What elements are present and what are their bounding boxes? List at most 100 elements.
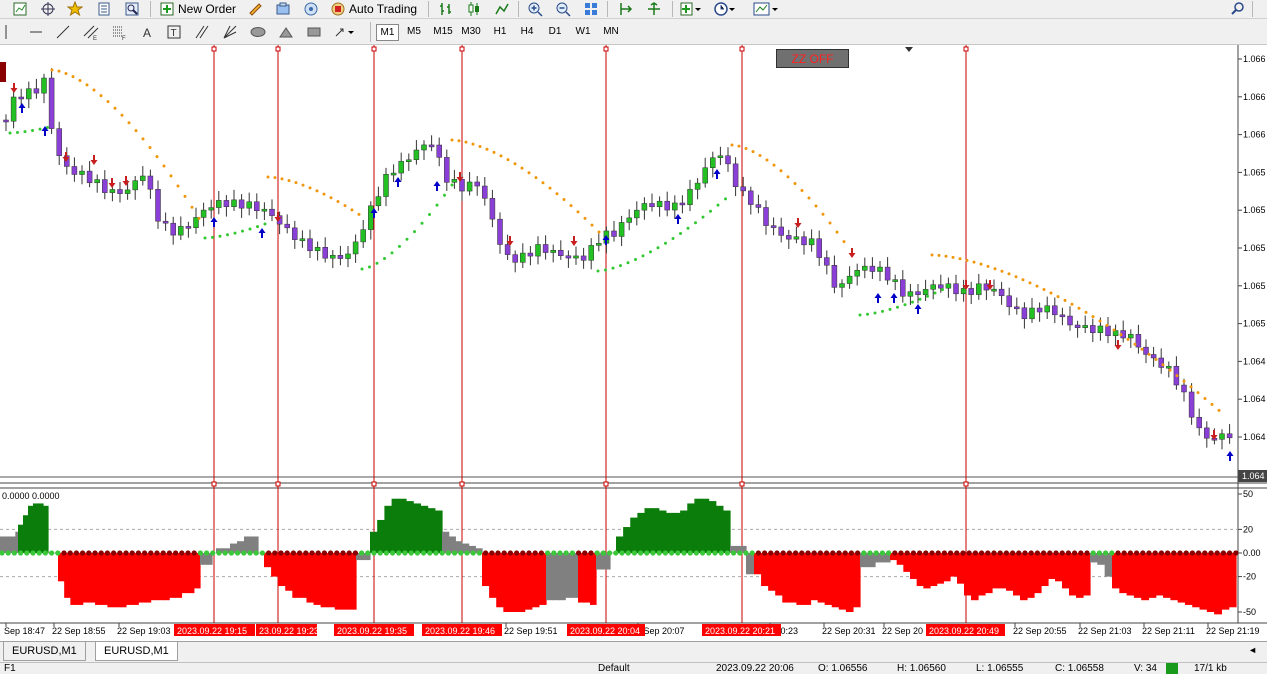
bearish-candle [1052,305,1058,316]
bearish-candle [48,77,55,129]
chart-tab-1[interactable]: EURUSD,M1 [3,642,86,661]
timeframe-d1-button[interactable]: D1 [545,24,565,39]
signal-dot [73,550,79,556]
arrows-dropdown-icon[interactable] [333,24,357,40]
templates-icon[interactable] [753,1,779,17]
sar-dot-lower [694,221,697,225]
zoom-out-icon[interactable] [555,1,571,17]
bearish-candle [497,218,503,245]
equidistant-channel-icon[interactable]: E [83,24,99,40]
ellipse-icon[interactable] [250,24,266,40]
indicators-icon[interactable] [680,1,702,17]
bearish-candle [254,201,260,212]
chart-tab-2[interactable]: EURUSD,M1 [95,642,178,661]
timeframe-m30-button[interactable]: M30 [459,24,483,39]
main-plot-area[interactable] [0,45,1238,483]
periods-icon[interactable] [714,1,736,17]
signal-dot [650,550,656,556]
histogram-bar-positive [694,498,703,553]
new-order-button[interactable]: New Order [159,1,236,17]
svg-text:T: T [171,28,177,39]
signals-icon[interactable] [303,1,319,17]
timeframe-m15-button[interactable]: M15 [431,24,455,39]
status-close: C: 1.06558 [1055,663,1104,674]
navigator-icon[interactable] [124,1,140,17]
bar-chart-icon[interactable] [438,1,454,17]
bearish-candle [884,266,891,281]
timeframe-mn-button[interactable]: MN [600,24,622,39]
sar-dot-upper [1189,385,1193,389]
timeframe-w1-button[interactable]: W1 [573,24,593,39]
bearish-candle [1196,416,1202,429]
signal-dot [1220,550,1226,556]
chart-shift-icon[interactable] [618,1,634,17]
timeframe-h1-button[interactable]: H1 [490,24,510,39]
signal-dot [1202,550,1208,556]
cursor-icon[interactable] [4,24,14,40]
zoom-in-icon[interactable] [527,1,543,17]
rectangle-icon[interactable] [306,24,322,40]
sar-dot-upper [986,264,990,268]
chart-window[interactable]: 1.066 1.066 1.066 1.065 1.065 1.065 1.065 1.065… [0,45,1267,641]
bullish-candle [94,179,100,184]
signal-dot [1134,550,1140,556]
signal-dot [55,550,61,556]
line-chart-icon[interactable] [494,1,510,17]
histogram-bar-negative [590,553,597,605]
triangle-icon[interactable] [278,24,294,40]
signal-dot [842,550,848,556]
price-label: 1.066 [1243,92,1266,102]
sar-dot-upper [1063,298,1067,302]
sar-dot-upper [322,192,326,196]
drawing-toolbar: E F A T M1 M5 M15 M30 H1 H4 D1 W1 MN [0,19,1267,45]
bullish-candle [398,161,404,174]
candlestick-icon[interactable] [466,1,482,17]
tile-windows-icon[interactable] [583,1,599,17]
signal-dot [148,550,154,556]
histogram-bar-negative [334,553,343,610]
market-watch-icon[interactable] [275,1,291,17]
fibonacci-icon[interactable]: F [111,24,127,40]
timeframe-m1-button[interactable]: M1 [376,24,399,41]
search-icon[interactable] [1230,1,1246,17]
sar-dot-upper [120,113,124,117]
new-chart-icon[interactable] [12,1,28,17]
auto-scroll-icon[interactable] [646,1,662,17]
sar-dot-upper [1091,315,1095,319]
signal-dot [501,550,507,556]
trendline-icon[interactable] [55,24,71,40]
andrews-pitchfork-icon[interactable] [194,24,210,40]
favorites-icon[interactable] [67,1,83,17]
auto-trading-button[interactable]: Auto Trading [330,1,417,17]
horizontal-line-icon[interactable] [28,24,44,40]
histogram-bar-neutral [251,536,259,553]
sar-dot-upper [513,162,517,166]
sar-dot-lower [368,265,371,269]
bullish-candle [596,243,602,246]
zz-off-button[interactable]: ZZ OFF [776,49,849,68]
sar-dot-lower [858,313,862,317]
sar-dot-upper [134,129,138,133]
sar-dot-lower [38,127,42,131]
histogram-bar-negative [923,553,931,589]
text-label-icon[interactable]: T [166,24,182,40]
bearish-candle [778,226,784,236]
gann-icon[interactable] [222,24,238,40]
data-window-icon[interactable] [96,1,112,17]
crosshair-icon[interactable] [40,1,56,17]
sar-dot-upper [1161,363,1165,367]
signal-dot [185,550,191,556]
histogram-bar-negative [156,553,164,601]
indicator-scale-label: 0.00 [1243,548,1261,558]
metaeditor-icon[interactable] [247,1,263,17]
price-chart[interactable]: 1.066 1.066 1.066 1.065 1.065 1.065 1.065 1.065… [0,45,1267,641]
indicator-scale-label: 50 [1243,489,1253,499]
signal-dot [166,550,172,556]
tabs-scroll-left-icon[interactable]: ◄ [1248,645,1257,655]
text-icon[interactable]: A [140,24,156,40]
bearish-candle [284,223,290,229]
sar-dot-upper [944,254,948,258]
timeframe-h4-button[interactable]: H4 [517,24,537,39]
timeframe-m5-button[interactable]: M5 [403,24,425,39]
sar-dot-lower [31,128,34,132]
